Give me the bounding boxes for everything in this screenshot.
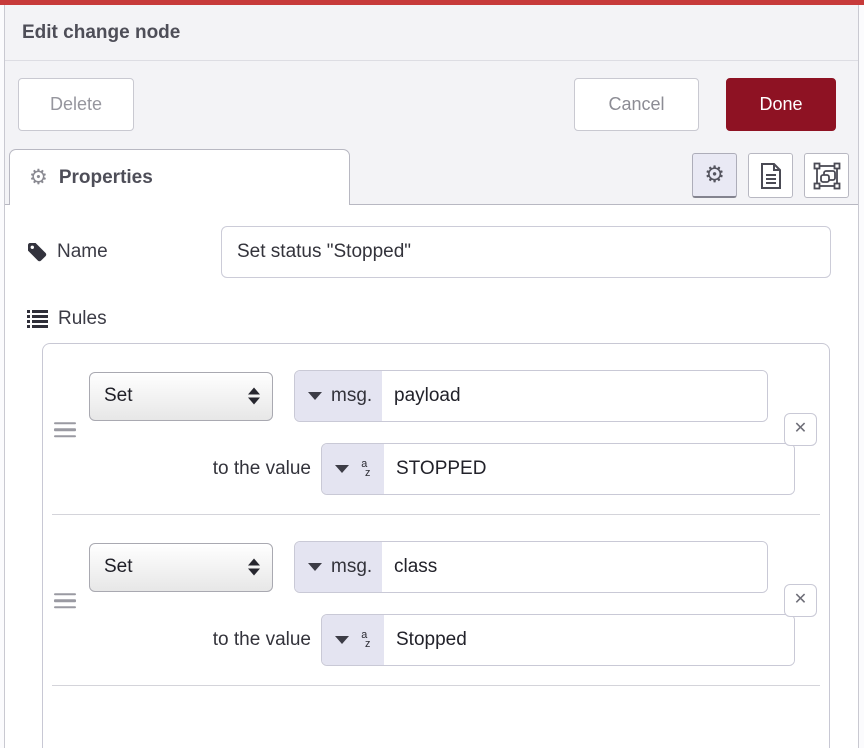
value-type-button[interactable]: az [322,615,384,665]
tag-icon [27,242,47,262]
drag-handle[interactable] [54,418,76,442]
name-field-label: Name [27,241,221,263]
value-type-button[interactable]: az [322,444,384,494]
rule-action-select[interactable]: Set [89,543,273,592]
property-typed-input: msg. [294,541,768,593]
down-arrow-icon [248,398,260,405]
rule-row: Set msg. to the [43,344,829,515]
delete-button[interactable]: Delete [18,78,134,131]
gear-icon: ⚙ [29,167,48,188]
dialog-title: Edit change node [22,22,180,44]
rule-action-value: Set [104,556,133,578]
value-typed-input: az [321,443,795,495]
string-type-icon: az [358,459,370,479]
gear-icon: ⚙ [704,164,725,187]
done-button[interactable]: Done [726,78,836,131]
rules-section-label: Rules [27,308,858,330]
down-arrow-icon [248,569,260,576]
caret-down-icon [308,563,322,571]
description-tab-button[interactable] [748,153,793,198]
rule-value-line: to the value az [89,443,829,495]
drag-handle-bar [54,428,76,431]
select-updown-icon [248,559,260,576]
rule-property-line: Set msg. [89,370,829,422]
edit-change-node-dialog: Edit change node Delete Cancel Done ⚙ Pr… [4,5,859,748]
tab-properties-label: Properties [59,167,153,189]
drag-handle-bar [54,422,76,425]
list-icon [27,310,48,328]
caret-down-icon [335,465,349,473]
rule-action-value: Set [104,385,133,407]
cancel-button[interactable]: Cancel [574,78,699,131]
editor-tab-bar: ⚙ Properties ⚙ [5,147,858,205]
name-label-text: Name [57,241,108,263]
name-input[interactable] [221,226,831,278]
drag-handle-bar [54,606,76,609]
name-row: Name [27,226,831,278]
remove-rule-button[interactable]: ✕ [784,413,817,446]
rule-row: Set msg. to the [43,515,829,686]
rule-value-line: to the value az [89,614,829,666]
string-type-icon: az [358,630,370,650]
appearance-tab-button[interactable] [804,153,849,198]
properties-panel: Name Rules [5,205,858,748]
property-prefix-label: msg. [331,385,372,407]
drag-handle-bar [54,435,76,438]
property-prefix-label: msg. [331,556,372,578]
caret-down-icon [308,392,322,400]
to-the-value-label: to the value [89,629,321,651]
to-the-value-label: to the value [89,458,321,480]
up-arrow-icon [248,559,260,566]
appearance-frame-icon [813,162,841,190]
property-input[interactable] [382,371,767,421]
caret-down-icon [335,636,349,644]
property-typed-input: msg. [294,370,768,422]
value-input[interactable] [384,444,794,494]
up-arrow-icon [248,388,260,395]
tab-icon-group: ⚙ [692,153,849,198]
property-type-button[interactable]: msg. [295,371,382,421]
document-icon [759,162,783,190]
select-updown-icon [248,388,260,405]
drag-handle-bar [54,599,76,602]
tab-properties[interactable]: ⚙ Properties [9,149,350,205]
rule-property-line: Set msg. [89,541,829,593]
property-type-button[interactable]: msg. [295,542,382,592]
property-input[interactable] [382,542,767,592]
close-icon: ✕ [794,420,807,437]
value-typed-input: az [321,614,795,666]
close-icon: ✕ [794,591,807,608]
dialog-header: Edit change node [5,5,858,61]
remove-rule-button[interactable]: ✕ [784,584,817,617]
value-input[interactable] [384,615,794,665]
drag-handle-bar [54,593,76,596]
rules-list: Set msg. to the [42,343,830,748]
rule-action-select[interactable]: Set [89,372,273,421]
drag-handle[interactable] [54,589,76,613]
rules-label-text: Rules [58,308,107,330]
properties-tab-button[interactable]: ⚙ [692,153,737,198]
dialog-button-bar: Delete Cancel Done [5,61,858,147]
